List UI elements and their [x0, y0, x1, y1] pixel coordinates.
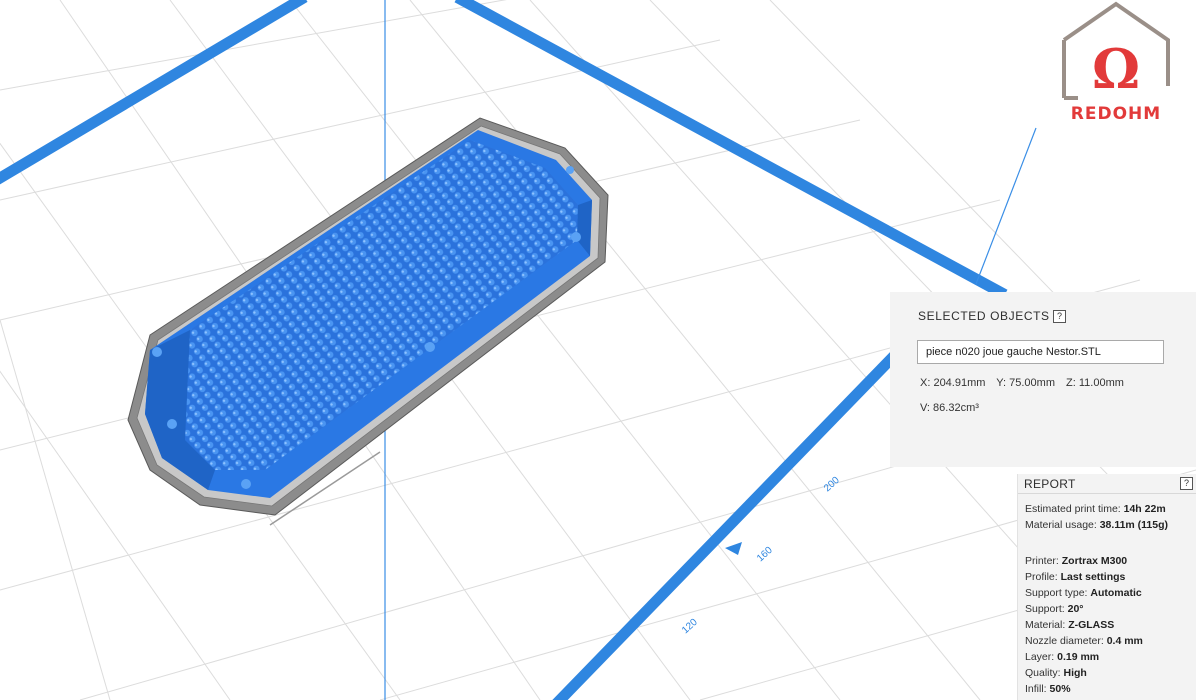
report-title: REPORT: [1024, 477, 1076, 491]
dimension-y: Y: 75.00mm: [996, 377, 1055, 389]
help-button[interactable]: ?: [1180, 477, 1193, 490]
report-line-quality: Quality: High: [1025, 667, 1087, 679]
report-line-support: Support: 20°: [1025, 603, 1084, 615]
report-line-nozzle: Nozzle diameter: 0.4 mm: [1025, 635, 1143, 647]
logo-text: REDOHM: [1071, 104, 1161, 124]
logo-omega-symbol: Ω: [1092, 37, 1140, 101]
logo-connector-line: [975, 127, 1037, 285]
report-panel: REPORT ? Estimated print time: 14h 22m M…: [1017, 474, 1196, 700]
selected-objects-title: SELECTED OBJECTS: [918, 309, 1050, 323]
dimension-x: X: 204.91mm: [920, 377, 986, 389]
dimension-z: Z: 11.00mm: [1066, 377, 1124, 389]
report-line-material: Material: Z-GLASS: [1025, 619, 1115, 631]
object-name-input[interactable]: [917, 340, 1164, 364]
report-line-print-time: Estimated print time: 14h 22m: [1025, 503, 1166, 515]
report-line-printer: Printer: Zortrax M300: [1025, 555, 1128, 567]
object-dimensions: X: 204.91mm Y: 75.00mm Z: 11.00mm: [920, 377, 1132, 389]
redohm-logo: Ω REDOHM: [1056, 0, 1176, 124]
object-volume: V: 86.32cm³: [920, 402, 979, 414]
help-button[interactable]: ?: [1053, 310, 1066, 323]
report-line-material-usage: Material usage: 38.11m (115g): [1025, 519, 1169, 531]
report-line-support-type: Support type: Automatic: [1025, 587, 1142, 599]
report-line-layer: Layer: 0.19 mm: [1025, 651, 1100, 663]
selected-objects-panel: SELECTED OBJECTS ? X: 204.91mm Y: 75.00m…: [890, 292, 1196, 467]
report-line-infill: Infill: 50%: [1025, 683, 1071, 695]
report-divider: [1018, 493, 1196, 494]
axis-marker: [725, 542, 742, 555]
report-line-profile: Profile: Last settings: [1025, 571, 1126, 583]
